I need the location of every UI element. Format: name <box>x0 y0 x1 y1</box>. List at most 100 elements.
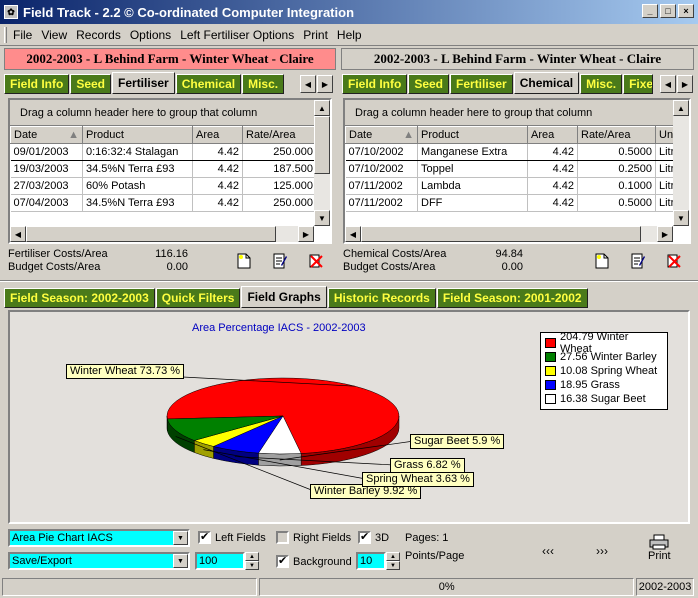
points-spinner[interactable]: ▲ ▼ <box>386 552 400 570</box>
tab-field-graphs[interactable]: Field Graphs <box>241 286 327 308</box>
3d-checkbox[interactable]: ✔ 3D <box>358 531 389 544</box>
left-tab-chemical[interactable]: Chemical <box>175 74 242 94</box>
save-export-select[interactable]: Save/Export ▼ <box>8 552 190 570</box>
menu-view[interactable]: View <box>41 28 67 42</box>
edit-record-icon[interactable] <box>272 253 288 269</box>
checkbox-box[interactable]: ✔ <box>358 531 371 544</box>
menu-file[interactable]: File <box>13 28 32 42</box>
table-cell: Litr <box>655 194 674 212</box>
menu-help[interactable]: Help <box>337 28 362 42</box>
left-tabs-scroll-right[interactable]: ▶ <box>317 75 333 93</box>
left-tabs-scroll-left[interactable]: ◀ <box>300 75 316 93</box>
right-tab-seed[interactable]: Seed <box>408 74 450 94</box>
spin-up-icon[interactable]: ▲ <box>386 552 400 561</box>
right-tab-chemical[interactable]: Chemical <box>513 72 580 94</box>
chevron-down-icon[interactable]: ▼ <box>173 554 188 568</box>
chemical-costs-label: Chemical Costs/Area <box>343 248 447 260</box>
scroll-up-arrow[interactable]: ▲ <box>314 100 330 116</box>
right-tab-fixed[interactable]: Fixe <box>623 74 654 94</box>
spin-down-icon[interactable]: ▼ <box>245 561 259 570</box>
scroll-right-arrow[interactable]: ▶ <box>657 226 673 242</box>
left-grid-vscroll[interactable]: ▲ ▼ <box>314 100 330 226</box>
left-tab-fertiliser[interactable]: Fertiliser <box>112 72 175 94</box>
minimize-button[interactable]: _ <box>642 4 658 18</box>
table-row[interactable]: 07/04/2003 34.5%N Terra £93 4.42 250.000 <box>10 194 317 212</box>
scroll-left-arrow[interactable]: ◀ <box>10 226 26 242</box>
delete-record-icon[interactable] <box>308 253 324 269</box>
col-rate-area[interactable]: Rate/Area <box>242 126 317 144</box>
next-page-button[interactable]: ››› <box>596 544 608 558</box>
tab-field-season-2002-2003[interactable]: Field Season: 2002-2003 <box>4 288 155 308</box>
right-tab-fertiliser[interactable]: Fertiliser <box>450 74 513 94</box>
checkbox-box[interactable]: ✔ <box>198 531 211 544</box>
new-record-icon[interactable] <box>236 253 252 269</box>
col-date[interactable]: Date ▲ <box>10 126 83 144</box>
spin-down-icon[interactable]: ▼ <box>386 561 400 570</box>
print-button[interactable]: Print <box>648 534 671 562</box>
budget-costs-value: 0.00 <box>166 261 188 273</box>
tab-quick-filters[interactable]: Quick Filters <box>155 288 241 308</box>
col-date[interactable]: Date ▲ <box>345 126 418 144</box>
legend-swatch <box>545 380 556 390</box>
spin-up-icon[interactable]: ▲ <box>245 552 259 561</box>
right-tab-misc[interactable]: Misc. <box>580 74 623 94</box>
right-tabs-scroll-left[interactable]: ◀ <box>660 75 676 93</box>
menu-options[interactable]: Options <box>130 28 171 42</box>
table-row[interactable]: 07/11/2002 DFF 4.42 0.5000 Litr <box>345 194 674 212</box>
scroll-down-arrow[interactable]: ▼ <box>673 210 689 226</box>
right-fields-checkbox[interactable]: Right Fields <box>276 531 351 544</box>
table-cell: 4.42 <box>527 143 578 161</box>
right-group-by-bar[interactable]: Drag a column header here to group that … <box>345 100 689 126</box>
left-tab-seed[interactable]: Seed <box>70 74 112 94</box>
close-button[interactable]: × <box>678 4 694 18</box>
left-group-by-bar[interactable]: Drag a column header here to group that … <box>10 100 330 126</box>
menu-left-fertiliser-options[interactable]: Left Fertiliser Options <box>180 28 294 42</box>
table-cell: 07/04/2003 <box>10 194 83 212</box>
tab-field-season-2001-2002[interactable]: Field Season: 2001-2002 <box>436 288 588 308</box>
left-tab-field-info[interactable]: Field Info <box>4 74 70 94</box>
menu-records[interactable]: Records <box>76 28 121 42</box>
scroll-left-arrow[interactable]: ◀ <box>345 226 361 242</box>
scroll-thumb[interactable] <box>26 226 276 242</box>
scroll-thumb[interactable] <box>361 226 641 242</box>
graph-type-select[interactable]: Area Pie Chart IACS ▼ <box>8 529 190 547</box>
col-rate-area[interactable]: Rate/Area <box>577 126 656 144</box>
checkbox-box[interactable]: ✔ <box>276 555 289 568</box>
new-record-icon[interactable] <box>594 253 610 269</box>
right-grid-vscroll[interactable]: ▲ ▼ <box>673 100 689 226</box>
tab-historic-records[interactable]: Historic Records <box>327 288 436 308</box>
col-product[interactable]: Product <box>417 126 528 144</box>
background-checkbox[interactable]: ✔ Background <box>276 555 352 568</box>
zoom-input[interactable]: 100 <box>195 552 245 570</box>
checkbox-box[interactable] <box>276 531 289 544</box>
edit-record-icon[interactable] <box>630 253 646 269</box>
zoom-spinner[interactable]: ▲ ▼ <box>245 552 259 570</box>
points-per-page-input[interactable]: 10 <box>356 552 386 570</box>
right-tabs-scroll-right[interactable]: ▶ <box>677 75 693 93</box>
table-row[interactable]: 07/10/2002 Manganese Extra 4.42 0.5000 Litr <box>345 143 674 161</box>
table-row[interactable]: 09/01/2003 0:16:32:4 Stalagan 4.42 250.000 <box>10 143 317 161</box>
window-title: Field Track - 2.2 © Co-ordinated Compute… <box>23 4 355 20</box>
left-tab-misc[interactable]: Misc. <box>242 74 285 94</box>
right-tab-field-info[interactable]: Field Info <box>342 74 408 94</box>
col-product[interactable]: Product <box>82 126 193 144</box>
col-area[interactable]: Area <box>192 126 243 144</box>
col-area[interactable]: Area <box>527 126 578 144</box>
chevron-down-icon[interactable]: ▼ <box>173 531 188 545</box>
table-row[interactable]: 19/03/2003 34.5%N Terra £93 4.42 187.500 <box>10 160 317 178</box>
prev-page-button[interactable]: ‹‹‹ <box>542 544 554 558</box>
scroll-right-arrow[interactable]: ▶ <box>298 226 314 242</box>
table-row[interactable]: 07/11/2002 Lambda 4.42 0.1000 Litr <box>345 177 674 195</box>
right-grid-hscroll[interactable]: ◀ ▶ <box>345 226 673 242</box>
scroll-down-arrow[interactable]: ▼ <box>314 210 330 226</box>
col-unit[interactable]: Un <box>655 126 674 144</box>
scroll-thumb[interactable] <box>314 116 330 174</box>
menu-print[interactable]: Print <box>303 28 328 42</box>
left-fields-checkbox[interactable]: ✔ Left Fields <box>198 531 266 544</box>
left-grid-hscroll[interactable]: ◀ ▶ <box>10 226 314 242</box>
table-row[interactable]: 07/10/2002 Toppel 4.42 0.2500 Litr <box>345 160 674 178</box>
delete-record-icon[interactable] <box>666 253 682 269</box>
table-row[interactable]: 27/03/2003 60% Potash 4.42 125.000 <box>10 177 317 195</box>
maximize-button[interactable]: □ <box>660 4 676 18</box>
scroll-up-arrow[interactable]: ▲ <box>673 100 689 116</box>
